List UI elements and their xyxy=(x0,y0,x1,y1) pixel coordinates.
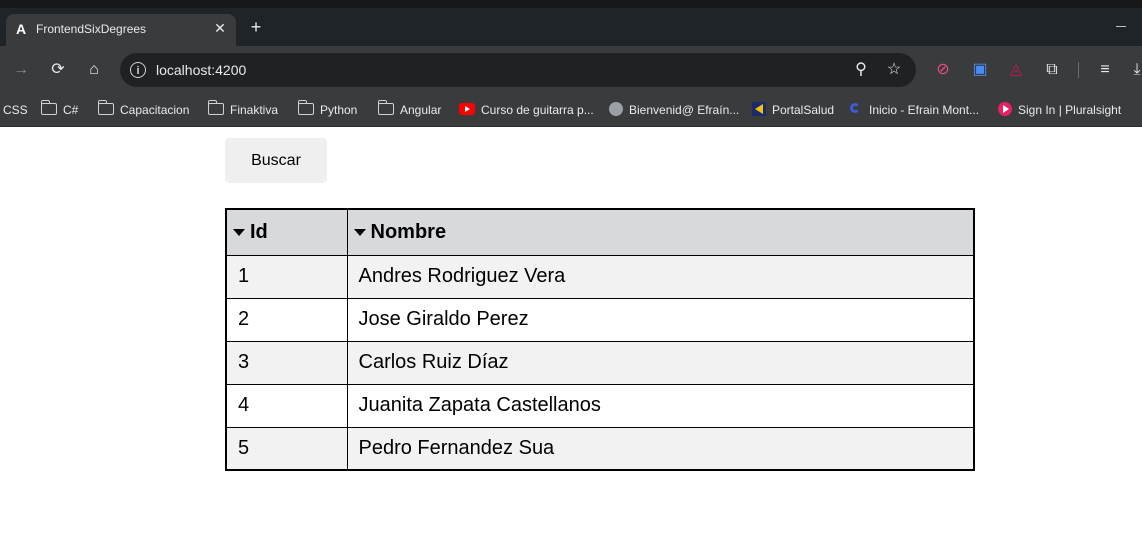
bookmark-folder-python[interactable]: Python xyxy=(297,100,358,120)
blocker-extension-icon[interactable]: ⊘ xyxy=(932,59,954,81)
bookmark-curso-guitarra[interactable]: Curso de guitarra p... xyxy=(459,100,594,120)
inicio-icon xyxy=(849,102,863,116)
bookmark-folder-capacitacion[interactable]: Capacitacion xyxy=(97,100,190,120)
table-row: 1 Andres Rodriguez Vera xyxy=(225,254,975,299)
translate-extension-icon[interactable]: ▣ xyxy=(969,59,991,81)
column-label: Id xyxy=(250,220,268,243)
youtube-icon xyxy=(459,103,475,115)
angular-devtools-icon[interactable]: ◬ xyxy=(1005,59,1027,81)
bookmark-label: Inicio - Efrain Mont... xyxy=(869,103,980,117)
cell-text: 2 xyxy=(238,308,250,330)
cell-text: Pedro Fernandez Sua xyxy=(358,436,555,459)
bookmark-folder-finaktiva[interactable]: Finaktiva xyxy=(207,100,279,120)
bookmark-label: Sign In | Pluralsight xyxy=(1018,103,1122,117)
column-header-nombre[interactable]: Nombre xyxy=(346,208,975,256)
folder-icon xyxy=(207,100,224,115)
forward-icon[interactable]: → xyxy=(10,59,32,81)
cell-id: 4 xyxy=(225,383,348,428)
browser-toolbar: → ⟳ ⌂ i localhost:4200 ⚲ ☆ ⊘ ▣ ◬ ⧉ ≡ ⤓ xyxy=(0,46,1142,94)
folder-icon xyxy=(297,100,314,115)
cell-text: 4 xyxy=(238,394,250,416)
new-tab-button[interactable]: + xyxy=(248,18,264,36)
bookmark-label: Capacitacion xyxy=(120,103,190,117)
portalsalud-icon xyxy=(752,102,766,116)
zoom-icon[interactable]: ⚲ xyxy=(850,59,872,81)
sort-desc-icon[interactable] xyxy=(233,228,245,236)
download-icon[interactable]: ⤓ xyxy=(1126,59,1142,81)
table-header-row: Id Nombre xyxy=(225,208,975,256)
bookmark-portalsalud[interactable]: PortalSalud xyxy=(752,100,834,120)
bookmark-label: C# xyxy=(63,103,79,117)
cell-nombre: Pedro Fernandez Sua xyxy=(346,426,975,471)
cell-nombre: Carlos Ruiz Díaz xyxy=(346,340,975,385)
bookmark-label: Curso de guitarra p... xyxy=(481,103,594,117)
toolbar-divider xyxy=(1078,62,1079,78)
tab-strip: A FrontendSixDegrees ✕ + xyxy=(0,0,1142,46)
cell-nombre: Juanita Zapata Castellanos xyxy=(346,383,975,428)
table-row: 5 Pedro Fernandez Sua xyxy=(225,426,975,471)
globe-icon xyxy=(609,102,623,116)
minimize-button[interactable] xyxy=(1116,18,1128,27)
cell-id: 2 xyxy=(225,297,348,342)
results-table: Id Nombre 1 Andres Rodriguez Vera 2 Jose… xyxy=(225,208,975,471)
cell-id: 3 xyxy=(225,340,348,385)
bookmark-label: Finaktiva xyxy=(230,103,279,117)
browser-tab[interactable]: A FrontendSixDegrees ✕ xyxy=(6,14,236,46)
folder-icon xyxy=(377,100,394,115)
close-icon[interactable]: ✕ xyxy=(212,20,228,36)
bookmark-bienvenido[interactable]: Bienvenid@ Efraín... xyxy=(609,100,739,120)
extensions-icon[interactable]: ⧉ xyxy=(1041,59,1063,81)
cell-nombre: Andres Rodriguez Vera xyxy=(346,254,975,299)
bookmark-inicio[interactable]: Inicio - Efrain Mont... xyxy=(849,100,979,120)
cell-text: Juanita Zapata Castellanos xyxy=(358,394,601,416)
cell-text: Carlos Ruiz Díaz xyxy=(358,351,509,373)
cell-text: 1 xyxy=(238,265,250,287)
address-url[interactable]: localhost:4200 xyxy=(156,62,246,78)
address-bar[interactable]: i localhost:4200 ⚲ ☆ xyxy=(120,53,916,87)
cell-text: Andres Rodriguez Vera xyxy=(358,265,566,287)
folder-icon xyxy=(40,100,57,115)
bookmark-label: Bienvenid@ Efraín... xyxy=(629,103,740,117)
cell-text: Jose Giraldo Perez xyxy=(358,308,529,330)
media-controls-icon[interactable]: ≡ xyxy=(1094,59,1116,81)
cell-id: 5 xyxy=(225,426,348,471)
bookmark-folder-angular[interactable]: Angular xyxy=(377,100,442,120)
bookmark-label: CSS xyxy=(3,103,28,117)
folder-icon xyxy=(97,100,114,115)
home-icon[interactable]: ⌂ xyxy=(83,59,105,81)
bookmark-label: Python xyxy=(320,103,358,117)
table-row: 4 Juanita Zapata Castellanos xyxy=(225,383,975,428)
pluralsight-icon xyxy=(998,102,1012,116)
site-info-icon[interactable]: i xyxy=(130,62,146,78)
bookmark-label: PortalSalud xyxy=(772,103,835,117)
cell-text: 5 xyxy=(238,436,250,459)
bookmark-star-icon[interactable]: ☆ xyxy=(883,59,905,81)
bookmarks-bar: CSS C# Capacitacion Finaktiva Python Ang… xyxy=(0,94,1142,127)
cell-id: 1 xyxy=(225,254,348,299)
table-row: 3 Carlos Ruiz Díaz xyxy=(225,340,975,385)
column-label: Nombre xyxy=(370,220,447,243)
column-header-id[interactable]: Id xyxy=(225,208,348,256)
angular-icon: A xyxy=(15,21,27,37)
bookmark-folder-csharp[interactable]: C# xyxy=(40,100,79,120)
sort-desc-icon[interactable] xyxy=(353,228,366,236)
reload-icon[interactable]: ⟳ xyxy=(47,59,69,81)
cell-text: 3 xyxy=(238,351,250,373)
table-row: 2 Jose Giraldo Perez xyxy=(225,297,975,342)
buscar-button[interactable]: Buscar xyxy=(225,138,327,183)
bookmark-pluralsight[interactable]: Sign In | Pluralsight xyxy=(998,100,1121,120)
bookmark-css[interactable]: CSS xyxy=(3,100,28,120)
bookmark-label: Angular xyxy=(400,103,442,117)
tab-title: FrontendSixDegrees xyxy=(36,22,147,36)
cell-nombre: Jose Giraldo Perez xyxy=(346,297,975,342)
